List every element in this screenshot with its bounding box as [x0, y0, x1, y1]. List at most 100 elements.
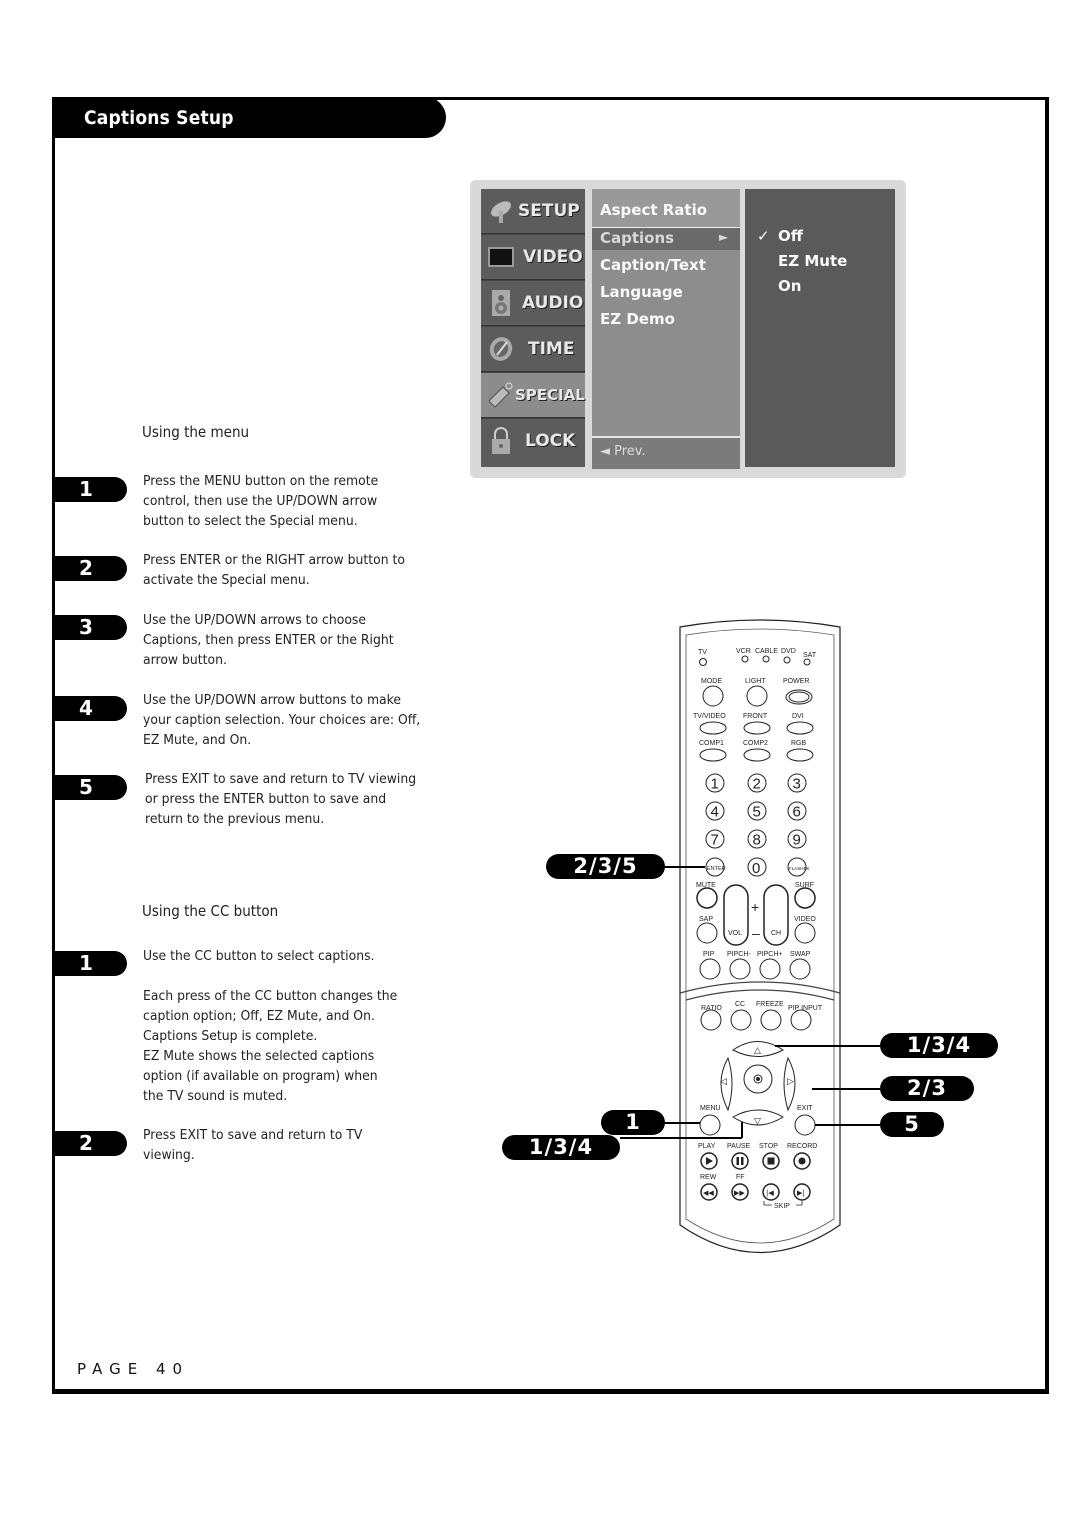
stop-icon [767, 1157, 775, 1165]
tv-video-button[interactable] [699, 721, 727, 735]
front-button[interactable] [743, 721, 771, 735]
cc-note-line: option (if available on program) when [143, 1068, 378, 1084]
step-badge: 2 [55, 1131, 127, 1156]
fast-forward-icon: ▶▶ [734, 1189, 745, 1197]
button-label: 1 [711, 776, 719, 793]
osd-sub-item[interactable]: Language [600, 283, 683, 301]
button-label: SWAP [790, 951, 811, 958]
step-text: Use the CC button to select captions. [143, 948, 375, 964]
osd-main-item-time[interactable]: TIME [481, 327, 585, 372]
leader-line [812, 1088, 880, 1090]
right-arrow-icon: ▷ [787, 1077, 794, 1087]
osd-sub-item[interactable]: Aspect Ratio [600, 201, 707, 219]
pause-icon [736, 1157, 739, 1165]
pip-input-button[interactable] [790, 1009, 812, 1031]
dvi-button[interactable] [786, 721, 814, 735]
subheading-using-cc: Using the CC button [142, 902, 279, 920]
osd-option-off[interactable]: Off [778, 227, 803, 245]
button-label: LIGHT [745, 678, 766, 685]
clock-icon [489, 337, 513, 361]
cc-button[interactable] [730, 1009, 752, 1031]
leader-line [815, 1124, 880, 1126]
video-button[interactable] [794, 922, 816, 944]
ratio-button[interactable] [700, 1009, 722, 1031]
mode-leds: TV VCR CABLE DVD SAT [698, 648, 817, 666]
remote-control: TV VCR CABLE DVD SAT MODE LIGHT POWER TV… [679, 619, 841, 1254]
osd-main-label: VIDEO [523, 247, 583, 267]
exit-button[interactable] [794, 1114, 816, 1136]
surf-button[interactable] [794, 887, 816, 909]
button-label: CH [771, 930, 781, 937]
step-text: Use the UP/DOWN arrows to choose Caption… [143, 612, 394, 668]
speaker-icon [492, 290, 510, 316]
step-badge: 1 [55, 951, 127, 976]
osd-main-item-setup[interactable]: SETUP [481, 189, 585, 234]
menu-button[interactable] [699, 1114, 721, 1136]
osd-sub-item[interactable]: Caption/Text [600, 256, 706, 274]
step-text: Press ENTER or the RIGHT arrow button to… [143, 552, 405, 588]
osd-prev-button[interactable]: ◄ Prev. [600, 444, 646, 459]
swap-button[interactable] [789, 958, 811, 980]
button-label: 3 [793, 776, 801, 793]
mode-button[interactable] [702, 685, 724, 707]
callout-menu: 1 [601, 1110, 665, 1135]
skip-back-icon: |◀ [766, 1189, 774, 1197]
satellite-dish-icon [491, 201, 511, 223]
check-icon: ✓ [757, 227, 770, 245]
osd-sub-item[interactable]: EZ Demo [600, 310, 675, 328]
button-label: 6 [793, 804, 801, 821]
osd-main-item-video[interactable]: VIDEO [481, 235, 585, 280]
step-text: Press EXIT to save and return to TV view… [143, 1127, 363, 1163]
osd-option-on[interactable]: On [778, 277, 801, 295]
pipch-minus-button[interactable] [729, 958, 751, 980]
button-label: VIDEO [794, 916, 816, 923]
osd-main-item-special[interactable]: SPECIAL [481, 373, 585, 418]
pipch-plus-button[interactable] [759, 958, 781, 980]
button-label: FREEZE [756, 1001, 784, 1008]
cc-note-line: the TV sound is muted. [143, 1088, 288, 1104]
play-icon [706, 1157, 713, 1165]
osd-sub-item-selected[interactable]: Captions [600, 229, 674, 247]
comp1-button[interactable] [699, 748, 727, 762]
comp2-button[interactable] [743, 748, 771, 762]
osd-option-ez-mute[interactable]: EZ Mute [778, 252, 847, 270]
osd-main-label: SPECIAL [515, 386, 585, 404]
button-label: FF [736, 1174, 745, 1181]
osd-main-item-audio[interactable]: AUDIO [481, 281, 585, 326]
pip-button[interactable] [699, 958, 721, 980]
left-arrow-icon: ◁ [720, 1077, 727, 1087]
button-label: DVI [792, 713, 804, 720]
cc-note-line: Each press of the CC button changes the [143, 988, 398, 1004]
plus-icon: + [751, 899, 759, 915]
cc-note-line: Captions Setup is complete. [143, 1028, 318, 1044]
light-button[interactable] [746, 685, 768, 707]
button-label: MODE [701, 678, 722, 685]
button-label: COMP1 [699, 740, 724, 747]
page-number: PAGE 40 [77, 1360, 190, 1378]
freeze-button[interactable] [760, 1009, 782, 1031]
skip-forward-icon: ▶| [797, 1189, 805, 1197]
submenu-arrow-icon: ► [719, 230, 729, 244]
button-label: RGB [791, 740, 807, 747]
mute-button[interactable] [696, 887, 718, 909]
button-label: STOP [759, 1143, 778, 1150]
step-badge: 5 [55, 775, 127, 800]
button-label: 4 [711, 804, 719, 821]
button-label: 0 [752, 860, 760, 877]
osd-main-menu: SETUP VIDEO AUDIO TIME SPECIAL LOCK [481, 189, 585, 467]
step-badge: 2 [55, 556, 127, 581]
rgb-button[interactable] [786, 748, 814, 762]
step-badge: 3 [55, 615, 127, 640]
sap-button[interactable] [696, 922, 718, 944]
button-label: PIPCH+ [757, 951, 782, 958]
osd-main-item-lock[interactable]: LOCK [481, 419, 585, 467]
pause-button[interactable] [731, 1152, 749, 1170]
step-badge: 1 [55, 477, 127, 502]
record-icon [798, 1157, 806, 1165]
button-label: REW [700, 1174, 717, 1181]
button-label: SAP [699, 916, 713, 923]
button-label: COMP2 [743, 740, 768, 747]
page-frame-bottom [52, 1389, 1049, 1394]
callout-enter: 2/3/5 [546, 854, 665, 879]
rewind-icon: ◀◀ [703, 1189, 714, 1197]
